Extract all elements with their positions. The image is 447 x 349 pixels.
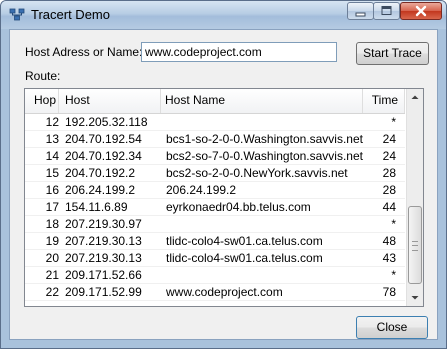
close-window-button[interactable] [400, 2, 442, 20]
host-name-cell: bcs2-so-7-0-0.Washington.savvis.net [166, 149, 363, 163]
list-header: Hop Host Host Name Time [25, 89, 405, 114]
host-name-cell [166, 114, 366, 131]
time-cell: 43 [382, 251, 396, 265]
host-cell: 204.70.192.54 [65, 132, 142, 146]
time-cell: * [391, 268, 396, 282]
close-button[interactable]: Close [356, 316, 428, 339]
host-cell: 204.70.192.2 [65, 166, 136, 180]
table-row[interactable]: 13 204.70.192.54 bcs1-so-2-0-0.Washington.… [25, 131, 405, 148]
time-cell: 24 [382, 149, 396, 163]
column-header-host[interactable]: Host [61, 89, 161, 113]
host-name-cell: 206.24.199.2 [166, 183, 237, 197]
column-header-time[interactable]: Time [363, 89, 405, 113]
host-name-cell: www.codeproject.com [166, 285, 283, 299]
table-row[interactable]: 17 154.11.6.89 eyrkonaedr04.bb.telus.com 44 [25, 199, 405, 216]
hop-cell: 18 [45, 217, 59, 231]
host-cell: 207.219.30.13 [65, 234, 142, 248]
scroll-up-icon[interactable] [407, 89, 423, 106]
host-name-cell [166, 267, 366, 284]
hop-cell: 22 [45, 285, 59, 299]
host-input[interactable] [141, 42, 337, 62]
table-row[interactable]: 22 209.171.52.99 www.codeproject.com 78 [25, 284, 405, 301]
time-cell: 78 [382, 285, 396, 299]
minimize-icon [355, 12, 366, 17]
host-name-cell: bcs2-so-2-0-0.NewYork.savvis.net [166, 166, 348, 180]
host-cell: 207.219.30.97 [65, 217, 142, 231]
minimize-button[interactable] [347, 2, 374, 20]
maximize-icon [381, 6, 392, 15]
host-cell: 154.11.6.89 [65, 200, 128, 214]
hop-cell: 16 [45, 183, 59, 197]
hop-cell: 19 [45, 234, 59, 248]
close-icon [415, 5, 427, 17]
host-name-cell: eyrkonaedr04.bb.telus.com [166, 200, 311, 214]
hop-cell: 13 [45, 132, 59, 146]
hop-cell: 15 [45, 166, 59, 180]
table-row[interactable]: 15 204.70.192.2 bcs2-so-2-0-0.NewYork.savv… [25, 165, 405, 182]
host-name-cell: tlidc-colo4-sw01.ca.telus.com [166, 234, 323, 248]
time-cell: 28 [382, 183, 396, 197]
hop-cell: 12 [45, 115, 59, 129]
host-name-cell: bcs1-so-2-0-0.Washington.savvis.net [166, 132, 363, 146]
time-cell: * [391, 217, 396, 231]
table-row[interactable]: 12 192.205.32.118 * [25, 114, 405, 131]
start-trace-button[interactable]: Start Trace [356, 42, 429, 65]
main-window: Tracert Demo Host Adress or Name: Start … [0, 0, 447, 349]
hop-cell: 21 [45, 268, 59, 282]
route-list[interactable]: Hop Host Host Name Time 12 192.205.32.118… [24, 88, 424, 307]
route-label: Route: [25, 69, 61, 83]
scrollbar-thumb[interactable] [408, 206, 422, 284]
table-row[interactable]: 16 206.24.199.2 206.24.199.2 28 [25, 182, 405, 199]
scroll-down-icon[interactable] [407, 289, 423, 306]
time-cell: 44 [382, 200, 396, 214]
table-row[interactable]: 18 207.219.30.97 * [25, 216, 405, 233]
host-label: Host Adress or Name: [25, 45, 143, 59]
time-cell: 28 [382, 166, 396, 180]
table-row[interactable]: 21 209.171.52.66 * [25, 267, 405, 284]
host-cell: 192.205.32.118 [65, 115, 148, 129]
hop-cell: 17 [45, 200, 59, 214]
host-name-cell [166, 216, 366, 233]
time-cell: 24 [382, 132, 396, 146]
host-cell: 209.171.52.99 [65, 285, 142, 299]
table-row[interactable]: 14 204.70.192.34 bcs2-so-7-0-0.Washington.… [25, 148, 405, 165]
maximize-button[interactable] [373, 2, 400, 20]
time-cell: 48 [382, 234, 396, 248]
time-cell: * [391, 115, 396, 129]
table-row[interactable]: 19 207.219.30.13 tlidc-colo4-sw01.ca.telus… [25, 233, 405, 250]
network-icon [9, 8, 25, 22]
host-name-cell: tlidc-colo4-sw01.ca.telus.com [166, 251, 323, 265]
list-rows: 12 192.205.32.118 * 13 204.70.192.54 bcs1-so-… [25, 114, 405, 301]
hop-cell: 14 [45, 149, 59, 163]
host-cell: 206.24.199.2 [65, 183, 136, 197]
window-title: Tracert Demo [31, 7, 110, 22]
column-header-host-name[interactable]: Host Name [161, 89, 363, 113]
title-bar[interactable]: Tracert Demo [1, 1, 446, 29]
form-client-area: Host Adress or Name: Start Trace Route: … [9, 29, 438, 340]
host-cell: 207.219.30.13 [65, 251, 142, 265]
host-cell: 209.171.52.66 [65, 268, 142, 282]
table-row[interactable]: 20 207.219.30.13 tlidc-colo4-sw01.ca.telus… [25, 250, 405, 267]
vertical-scrollbar[interactable] [406, 89, 423, 306]
host-cell: 204.70.192.34 [65, 149, 142, 163]
hop-cell: 20 [45, 251, 59, 265]
column-header-hop[interactable]: Hop [25, 89, 59, 113]
